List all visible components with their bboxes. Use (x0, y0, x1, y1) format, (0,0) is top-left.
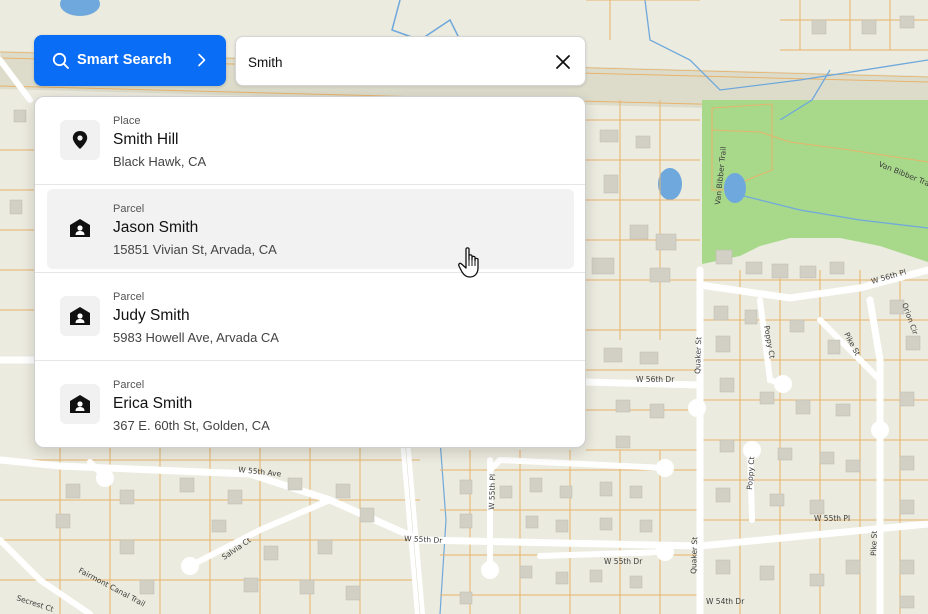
map-label: Pike St (869, 530, 879, 556)
hand-cursor-icon (457, 246, 487, 285)
chevron-right-icon (197, 53, 207, 72)
result-subtitle: 367 E. 60th St, Golden, CA (113, 418, 270, 433)
result-type: Place (113, 115, 141, 127)
result-type: Parcel (113, 379, 145, 391)
result-subtitle: Black Hawk, CA (113, 154, 207, 169)
house-person-icon (60, 296, 100, 336)
search-results-dropdown: Place Smith Hill Black Hawk, CA Parcel J… (34, 96, 586, 448)
map-label: W 54th Dr (706, 597, 745, 606)
map-label: W 55th Dr (604, 557, 643, 566)
house-person-icon (60, 208, 100, 248)
result-title: Judy Smith (113, 307, 190, 324)
result-title: Jason Smith (113, 219, 199, 236)
search-result-item[interactable]: Parcel Jason Smith 15851 Vivian St, Arva… (35, 185, 585, 273)
result-title: Erica Smith (113, 395, 193, 412)
map-pin-icon (60, 120, 100, 160)
map-label: W 55th Pl (814, 514, 850, 523)
result-type: Parcel (113, 291, 145, 303)
map-label: W 55th Pl (487, 474, 497, 510)
smart-search-label: Smart Search (77, 52, 172, 68)
close-icon[interactable] (553, 52, 573, 72)
map-label: W 56th Dr (636, 375, 675, 384)
house-person-icon (60, 384, 100, 424)
search-field (235, 36, 586, 86)
search-input[interactable] (248, 51, 538, 73)
search-result-item[interactable]: Parcel Erica Smith 367 E. 60th St, Golde… (35, 361, 585, 447)
map-label: Quaker St (689, 537, 699, 574)
result-subtitle: 5983 Howell Ave, Arvada CA (113, 330, 279, 345)
smart-search-button[interactable]: Smart Search (34, 35, 226, 86)
result-title: Smith Hill (113, 131, 179, 148)
search-result-item[interactable]: Parcel Judy Smith 5983 Howell Ave, Arvad… (35, 273, 585, 361)
search-icon (52, 52, 70, 75)
map-label: Quaker St (693, 337, 703, 374)
result-subtitle: 15851 Vivian St, Arvada, CA (113, 242, 277, 257)
search-result-item[interactable]: Place Smith Hill Black Hawk, CA (35, 97, 585, 185)
result-type: Parcel (113, 203, 145, 215)
